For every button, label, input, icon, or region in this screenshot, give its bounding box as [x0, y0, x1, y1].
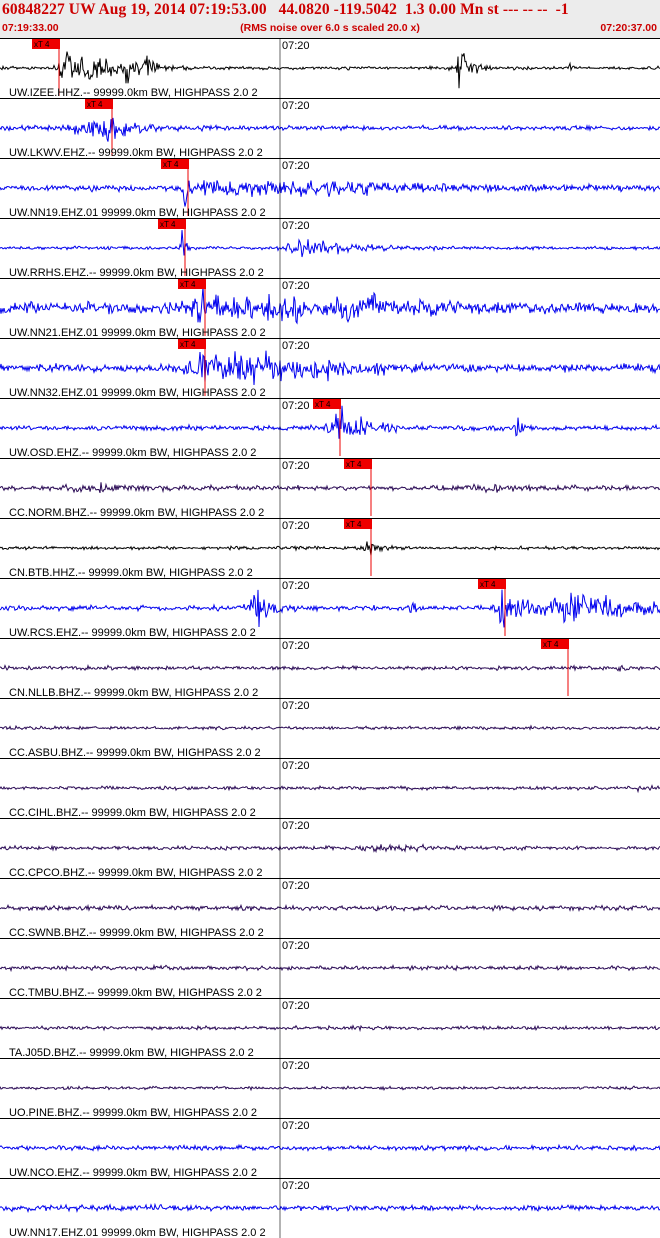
waveform — [0, 482, 660, 494]
waveform — [0, 963, 660, 973]
trace-row: 07:20 xT 4 UW.IZEE.HHZ.-- 99999.0km BW, HI… — [0, 38, 660, 99]
pick-marker-label: xT 4 — [543, 640, 559, 649]
pick-marker-label: xT 4 — [180, 340, 196, 349]
waveform — [0, 589, 660, 628]
minute-tick-label: 07:20 — [282, 160, 310, 172]
minute-tick-label: 07:20 — [282, 640, 310, 652]
minute-tick-label: 07:20 — [282, 100, 310, 112]
pick-marker-label: xT 4 — [87, 100, 103, 109]
waveform — [0, 405, 660, 439]
minute-tick-label: 07:20 — [282, 40, 310, 52]
station-label: UW.NN32.EHZ.01 99999.0km BW, HIGHPASS 2.… — [9, 387, 266, 399]
minute-tick-label: 07:20 — [282, 280, 310, 292]
minute-tick-label: 07:20 — [282, 760, 310, 772]
trace-row: 07:20 xT 4 UW.NN21.EHZ.01 99999.0km BW, HI… — [0, 278, 660, 339]
trace-row: 07:20 xT 4 UW.OSD.EHZ.-- 99999.0km BW, HIG… — [0, 398, 660, 459]
station-label: UO.PINE.BHZ.-- 99999.0km BW, HIGHPASS 2.… — [9, 1107, 257, 1119]
station-label: CC.CPCO.BHZ.-- 99999.0km BW, HIGHPASS 2.… — [9, 867, 262, 879]
station-label: UW.NCO.EHZ.-- 99999.0km BW, HIGHPASS 2.0… — [9, 1167, 257, 1179]
waveform — [0, 286, 660, 325]
minute-tick-label: 07:20 — [282, 880, 310, 892]
trace-row: 07:20 UW.NN17.EHZ.01 99999.0km BW, HIGHPA… — [0, 1178, 660, 1238]
trace-row: 07:20 UW.NCO.EHZ.-- 99999.0km BW, HIGHPAS… — [0, 1118, 660, 1179]
minute-tick-label: 07:20 — [282, 220, 310, 232]
trace-row: 07:20 CC.CPCO.BHZ.-- 99999.0km BW, HIGHPA… — [0, 818, 660, 879]
station-label: UW.NN17.EHZ.01 99999.0km BW, HIGHPASS 2.… — [9, 1227, 266, 1238]
station-label: UW.NN19.EHZ.01 99999.0km BW, HIGHPASS 2.… — [9, 207, 266, 219]
waveform — [0, 1202, 660, 1213]
station-label: UW.NN21.EHZ.01 99999.0km BW, HIGHPASS 2.… — [9, 327, 266, 339]
trace-row: 07:20 CC.TMBU.BHZ.-- 99999.0km BW, HIGHPA… — [0, 938, 660, 999]
station-label: CC.ASBU.BHZ.-- 99999.0km BW, HIGHPASS 2.… — [9, 747, 261, 759]
minute-tick-label: 07:20 — [282, 1120, 310, 1132]
minute-tick-label: 07:20 — [282, 940, 310, 952]
pick-marker-label: xT 4 — [346, 460, 362, 469]
waveform — [0, 180, 660, 207]
event-header: 60848227 UW Aug 19, 2014 07:19:53.00 44.… — [0, 0, 660, 38]
end-time-label: 07:20:37.00 — [600, 22, 657, 34]
pick-marker-label: xT 4 — [315, 400, 331, 409]
waveform — [0, 784, 660, 794]
waveform — [0, 903, 660, 913]
trace-row: 07:20 xT 4 UW.NN19.EHZ.01 99999.0km BW, HI… — [0, 158, 660, 219]
station-label: UW.OSD.EHZ.-- 99999.0km BW, HIGHPASS 2.0… — [9, 447, 256, 459]
station-label: CC.CIHL.BHZ.-- 99999.0km BW, HIGHPASS 2.… — [9, 807, 256, 819]
event-title: 60848227 UW Aug 19, 2014 07:19:53.00 44.… — [2, 1, 569, 18]
station-label: CC.NORM.BHZ.-- 99999.0km BW, HIGHPASS 2.… — [9, 507, 264, 519]
pick-marker-label: xT 4 — [180, 280, 196, 289]
trace-row: 07:20 xT 4 CC.NORM.BHZ.-- 99999.0km BW, HI… — [0, 458, 660, 519]
waveform — [0, 541, 660, 556]
trace-row: 07:20 xT 4 UW.LKWV.EHZ.-- 99999.0km BW, HI… — [0, 98, 660, 159]
pick-marker-label: xT 4 — [160, 220, 176, 229]
waveform — [0, 1143, 660, 1153]
station-label: CC.SWNB.BHZ.-- 99999.0km BW, HIGHPASS 2.… — [9, 927, 264, 939]
trace-row: 07:20 xT 4 CN.BTB.HHZ.-- 99999.0km BW, HIG… — [0, 518, 660, 579]
waveform — [0, 51, 660, 89]
rms-scale-note: (RMS noise over 6.0 s scaled 20.0 x) — [240, 22, 420, 34]
station-label: CC.TMBU.BHZ.-- 99999.0km BW, HIGHPASS 2.… — [9, 987, 262, 999]
minute-tick-label: 07:20 — [282, 580, 310, 592]
trace-row: 07:20 xT 4 CN.NLLB.BHZ.-- 99999.0km BW, HI… — [0, 638, 660, 699]
trace-row: 07:20 CC.ASBU.BHZ.-- 99999.0km BW, HIGHPA… — [0, 698, 660, 759]
trace-row: 07:20 xT 4 UW.RRHS.EHZ.-- 99999.0km BW, HI… — [0, 218, 660, 279]
pick-marker-label: xT 4 — [480, 580, 496, 589]
trace-row: 07:20 xT 4 UW.RCS.EHZ.-- 99999.0km BW, HIG… — [0, 578, 660, 639]
trace-row: 07:20 UO.PINE.BHZ.-- 99999.0km BW, HIGHPA… — [0, 1058, 660, 1119]
trace-row: 07:20 CC.CIHL.BHZ.-- 99999.0km BW, HIGHPA… — [0, 758, 660, 819]
minute-tick-label: 07:20 — [282, 1000, 310, 1012]
minute-tick-label: 07:20 — [282, 460, 310, 472]
pick-marker-label: xT 4 — [34, 40, 50, 49]
waveform — [0, 1085, 660, 1092]
waveform — [0, 230, 660, 258]
seismogram-panel: 07:20 xT 4 UW.IZEE.HHZ.-- 99999.0km BW, HI… — [0, 38, 660, 1238]
station-label: UW.RRHS.EHZ.-- 99999.0km BW, HIGHPASS 2.… — [9, 267, 264, 279]
trace-row: 07:20 xT 4 UW.NN32.EHZ.01 99999.0km BW, HI… — [0, 338, 660, 399]
minute-tick-label: 07:20 — [282, 520, 310, 532]
trace-row: 07:20 CC.SWNB.BHZ.-- 99999.0km BW, HIGHPA… — [0, 878, 660, 939]
station-label: TA.J05D.BHZ.-- 99999.0km BW, HIGHPASS 2.… — [9, 1047, 254, 1059]
pick-marker-label: xT 4 — [163, 160, 179, 169]
waveform — [0, 1024, 660, 1033]
trace-row: 07:20 TA.J05D.BHZ.-- 99999.0km BW, HIGHPA… — [0, 998, 660, 1059]
waveform — [0, 664, 660, 672]
station-label: UW.LKWV.EHZ.-- 99999.0km BW, HIGHPASS 2.… — [9, 147, 263, 159]
minute-tick-label: 07:20 — [282, 700, 310, 712]
minute-tick-label: 07:20 — [282, 340, 310, 352]
waveform — [0, 843, 660, 854]
station-label: CN.BTB.HHZ.-- 99999.0km BW, HIGHPASS 2.0… — [9, 567, 253, 579]
station-label: CN.NLLB.BHZ.-- 99999.0km BW, HIGHPASS 2.… — [9, 687, 258, 699]
minute-tick-label: 07:20 — [282, 1060, 310, 1072]
minute-tick-label: 07:20 — [282, 820, 310, 832]
pick-marker-label: xT 4 — [346, 520, 362, 529]
waveform — [0, 117, 660, 142]
waveform — [0, 724, 660, 732]
waveform — [0, 350, 660, 386]
station-label: UW.IZEE.HHZ.-- 99999.0km BW, HIGHPASS 2.… — [9, 87, 258, 99]
station-label: UW.RCS.EHZ.-- 99999.0km BW, HIGHPASS 2.0… — [9, 627, 256, 639]
seismogram-traces: 07:20xT 4UW.IZEE.HHZ.-- 99999.0km BW, HI… — [0, 38, 660, 1238]
minute-tick-label: 07:20 — [282, 400, 310, 412]
minute-tick-label: 07:20 — [282, 1180, 310, 1192]
